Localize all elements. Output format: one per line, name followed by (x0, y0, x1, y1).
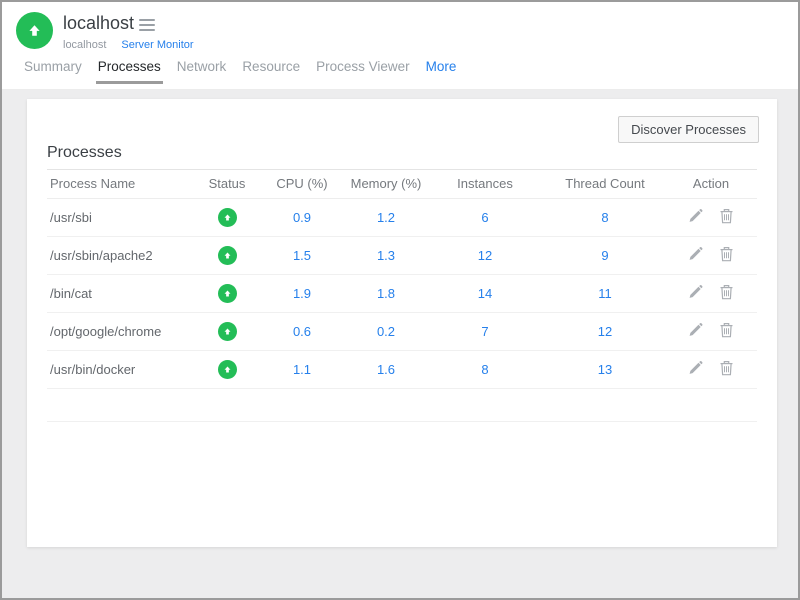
tab-summary[interactable]: Summary (22, 59, 84, 81)
col-instances: Instances (425, 169, 545, 198)
edit-pencil-icon[interactable] (688, 208, 703, 224)
threads-value-link[interactable]: 9 (545, 236, 665, 274)
status-up-icon (218, 284, 237, 303)
threads-value-link[interactable]: 11 (545, 274, 665, 312)
edit-pencil-icon[interactable] (688, 360, 703, 376)
status-up-icon (218, 322, 237, 341)
app-window: localhost localhost Server Monitor Summa… (0, 0, 800, 600)
instances-value-link[interactable]: 6 (425, 198, 545, 236)
instances-value-link[interactable]: 8 (425, 350, 545, 388)
instances-value-link[interactable]: 14 (425, 274, 545, 312)
action-cell (665, 274, 757, 312)
delete-trash-icon[interactable] (719, 246, 734, 262)
action-cell (665, 236, 757, 274)
edit-pencil-icon[interactable] (688, 322, 703, 338)
status-cell (197, 312, 257, 350)
cpu-value-link[interactable]: 0.9 (257, 198, 347, 236)
tab-resource[interactable]: Resource (240, 59, 302, 81)
memory-value-link[interactable]: 1.2 (347, 198, 425, 236)
monitor-header: localhost localhost Server Monitor Summa… (2, 2, 798, 90)
status-up-icon (218, 208, 237, 227)
status-cell (197, 350, 257, 388)
instances-value-link[interactable]: 12 (425, 236, 545, 274)
tab-more[interactable]: More (424, 59, 459, 81)
server-monitor-link[interactable]: Server Monitor (121, 39, 193, 51)
host-label: localhost (63, 39, 106, 51)
delete-trash-icon[interactable] (719, 322, 734, 338)
col-thread-count: Thread Count (545, 169, 665, 198)
process-table-row: /usr/sbin/apache2 1.5 1.3 12 9 (47, 236, 757, 274)
cpu-value-link[interactable]: 1.1 (257, 350, 347, 388)
page-title: localhost (63, 13, 134, 34)
col-cpu: CPU (%) (257, 169, 347, 198)
action-cell (665, 312, 757, 350)
memory-value-link[interactable]: 1.3 (347, 236, 425, 274)
section-title: Processes (47, 144, 757, 170)
threads-value-link[interactable]: 8 (545, 198, 665, 236)
tab-process-viewer[interactable]: Process Viewer (314, 59, 412, 81)
status-up-icon (218, 360, 237, 379)
empty-row (47, 388, 757, 421)
monitor-status-up-icon (16, 12, 53, 49)
instances-value-link[interactable]: 7 (425, 312, 545, 350)
status-cell (197, 236, 257, 274)
process-table-row: /opt/google/chrome 0.6 0.2 7 12 (47, 312, 757, 350)
hamburger-menu-icon[interactable] (139, 18, 155, 32)
col-status: Status (197, 169, 257, 198)
action-cell (665, 350, 757, 388)
discover-processes-button[interactable]: Discover Processes (618, 116, 759, 143)
processes-table: Process Name Status CPU (%) Memory (%) I… (47, 169, 757, 422)
col-action: Action (665, 169, 757, 198)
process-table-row: /usr/bin/docker 1.1 1.6 8 13 (47, 350, 757, 388)
status-cell (197, 274, 257, 312)
process-name-cell: /bin/cat (47, 274, 197, 312)
delete-trash-icon[interactable] (719, 360, 734, 376)
processes-card: Discover Processes Processes Process Nam… (27, 99, 777, 547)
cpu-value-link[interactable]: 1.5 (257, 236, 347, 274)
tab-processes[interactable]: Processes (96, 59, 163, 84)
status-up-icon (218, 246, 237, 265)
status-cell (197, 198, 257, 236)
threads-value-link[interactable]: 13 (545, 350, 665, 388)
table-header-row: Process Name Status CPU (%) Memory (%) I… (47, 169, 757, 198)
col-memory: Memory (%) (347, 169, 425, 198)
process-name-cell: /usr/sbin/apache2 (47, 236, 197, 274)
edit-pencil-icon[interactable] (688, 246, 703, 262)
process-name-cell: /usr/sbi (47, 198, 197, 236)
tab-network[interactable]: Network (175, 59, 229, 81)
delete-trash-icon[interactable] (719, 284, 734, 300)
process-table-row: /usr/sbi 0.9 1.2 6 8 (47, 198, 757, 236)
memory-value-link[interactable]: 1.6 (347, 350, 425, 388)
cpu-value-link[interactable]: 0.6 (257, 312, 347, 350)
process-name-cell: /usr/bin/docker (47, 350, 197, 388)
edit-pencil-icon[interactable] (688, 284, 703, 300)
process-table-row: /bin/cat 1.9 1.8 14 11 (47, 274, 757, 312)
monitor-tabs: Summary Processes Network Resource Proce… (22, 59, 458, 83)
memory-value-link[interactable]: 1.8 (347, 274, 425, 312)
threads-value-link[interactable]: 12 (545, 312, 665, 350)
cpu-value-link[interactable]: 1.9 (257, 274, 347, 312)
col-process-name: Process Name (47, 169, 197, 198)
memory-value-link[interactable]: 0.2 (347, 312, 425, 350)
delete-trash-icon[interactable] (719, 208, 734, 224)
process-name-cell: /opt/google/chrome (47, 312, 197, 350)
action-cell (665, 198, 757, 236)
